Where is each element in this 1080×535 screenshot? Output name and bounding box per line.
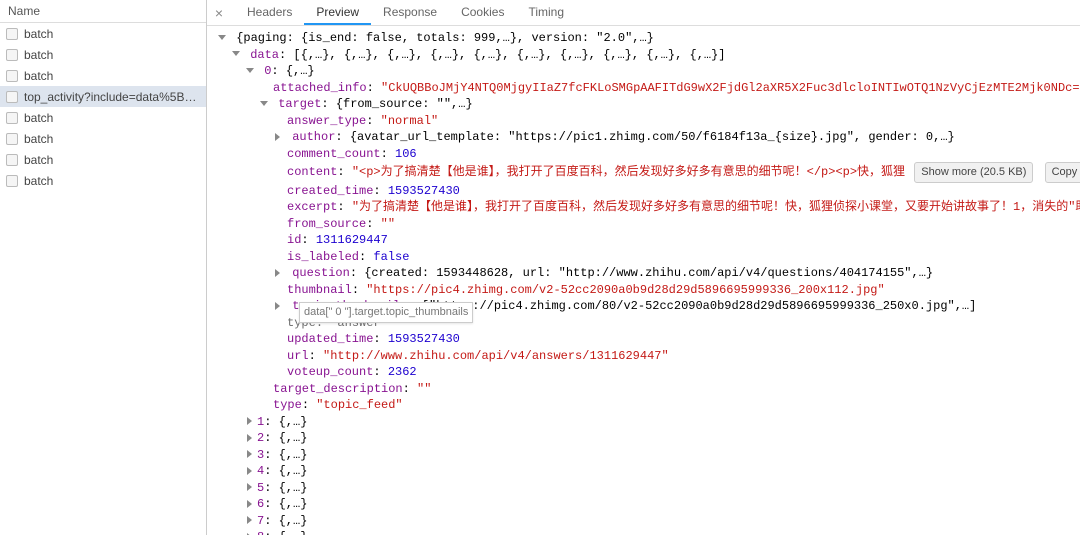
json-key-target-description[interactable]: target_description — [273, 382, 403, 396]
request-label: batch — [24, 27, 53, 41]
json-item-collapsed[interactable]: 6: {,…} — [211, 496, 1080, 513]
json-key-updated-time[interactable]: updated_time — [287, 332, 373, 346]
request-item[interactable]: batch — [0, 65, 206, 86]
file-icon — [6, 28, 18, 40]
file-icon — [6, 175, 18, 187]
file-icon — [6, 49, 18, 61]
request-label: batch — [24, 69, 53, 83]
request-label: batch — [24, 48, 53, 62]
json-key-target[interactable]: target — [278, 97, 321, 111]
close-icon[interactable]: × — [211, 5, 227, 21]
chevron-right-icon[interactable] — [273, 132, 283, 142]
json-item-collapsed[interactable]: 5: {,…} — [211, 480, 1080, 497]
details-tabs: × HeadersPreviewResponseCookiesTiming — [207, 0, 1080, 26]
tab-timing[interactable]: Timing — [516, 1, 576, 24]
request-label: batch — [24, 111, 53, 125]
json-key-question[interactable]: question — [292, 266, 350, 280]
json-key-thumbnail[interactable]: thumbnail — [287, 283, 352, 297]
request-list: batch batch batch top_activity?include=data… — [0, 23, 206, 535]
json-key-type[interactable]: type — [287, 316, 316, 330]
file-icon — [6, 154, 18, 166]
preview-body[interactable]: {paging: {is_end: false, totals: 999,…},… — [207, 26, 1080, 535]
json-key-url[interactable]: url — [287, 349, 309, 363]
json-key-id[interactable]: id — [287, 233, 301, 247]
json-key-answer-type[interactable]: answer_type — [287, 114, 366, 128]
json-key-topic-thumbnails[interactable]: topic_thumbnails — [292, 299, 407, 313]
request-item[interactable]: batch — [0, 128, 206, 149]
json-key-created-time[interactable]: created_time — [287, 184, 373, 198]
chevron-right-icon[interactable] — [245, 466, 255, 476]
chevron-right-icon[interactable] — [245, 449, 255, 459]
json-item-collapsed[interactable]: 1: {,…} — [211, 414, 1080, 431]
json-key-from-source[interactable]: from_source — [287, 217, 366, 231]
json-key-excerpt[interactable]: excerpt — [287, 200, 337, 214]
request-item[interactable]: batch — [0, 44, 206, 65]
json-item-collapsed[interactable]: 8: {,…} — [211, 529, 1080, 535]
json-key-comment-count[interactable]: comment_count — [287, 147, 381, 161]
request-label: top_activity?include=data%5B%… — [24, 90, 200, 104]
json-key-voteup-count[interactable]: voteup_count — [287, 365, 373, 379]
request-item[interactable]: batch — [0, 23, 206, 44]
copy-button[interactable]: Copy — [1045, 162, 1080, 183]
show-more-button[interactable]: Show more (20.5 KB) — [914, 162, 1033, 183]
json-key-content[interactable]: content — [287, 165, 337, 179]
json-item-collapsed[interactable]: 4: {,…} — [211, 463, 1080, 480]
chevron-right-icon[interactable] — [245, 499, 255, 509]
json-item-collapsed[interactable]: 2: {,…} — [211, 430, 1080, 447]
json-key-type-outer[interactable]: type — [273, 398, 302, 412]
request-item[interactable]: batch — [0, 149, 206, 170]
details-panel: × HeadersPreviewResponseCookiesTiming {p… — [207, 0, 1080, 535]
chevron-down-icon[interactable] — [231, 49, 241, 59]
tab-response[interactable]: Response — [371, 1, 449, 24]
json-item-collapsed[interactable]: 7: {,…} — [211, 513, 1080, 530]
chevron-right-icon[interactable] — [245, 433, 255, 443]
chevron-down-icon[interactable] — [259, 99, 269, 109]
json-item-collapsed[interactable]: 3: {,…} — [211, 447, 1080, 464]
network-request-panel: Name batch batch batch top_activity?include… — [0, 0, 207, 535]
file-icon — [6, 70, 18, 82]
chevron-right-icon[interactable] — [273, 268, 283, 278]
request-label: batch — [24, 153, 53, 167]
tab-cookies[interactable]: Cookies — [449, 1, 516, 24]
chevron-right-icon[interactable] — [245, 515, 255, 525]
name-column-header[interactable]: Name — [0, 0, 206, 23]
request-item[interactable]: top_activity?include=data%5B%… — [0, 86, 206, 107]
file-icon — [6, 112, 18, 124]
tab-headers[interactable]: Headers — [235, 1, 304, 24]
request-label: batch — [24, 132, 53, 146]
json-root[interactable]: {paging: {is_end: false, totals: 999,…},… — [236, 31, 654, 45]
chevron-down-icon[interactable] — [217, 33, 227, 43]
file-icon — [6, 91, 18, 103]
json-key-attached-info[interactable]: attached_info — [273, 81, 367, 95]
request-item[interactable]: batch — [0, 107, 206, 128]
request-label: batch — [24, 174, 53, 188]
chevron-down-icon[interactable] — [245, 66, 255, 76]
json-key-is-labeled[interactable]: is_labeled — [287, 250, 359, 264]
chevron-right-icon[interactable] — [245, 416, 255, 426]
chevron-right-icon[interactable] — [273, 301, 283, 311]
file-icon — [6, 133, 18, 145]
request-item[interactable]: batch — [0, 170, 206, 191]
chevron-right-icon[interactable] — [245, 482, 255, 492]
tab-preview[interactable]: Preview — [304, 1, 371, 25]
json-key-author[interactable]: author — [292, 130, 335, 144]
json-key-data[interactable]: data — [250, 48, 279, 62]
